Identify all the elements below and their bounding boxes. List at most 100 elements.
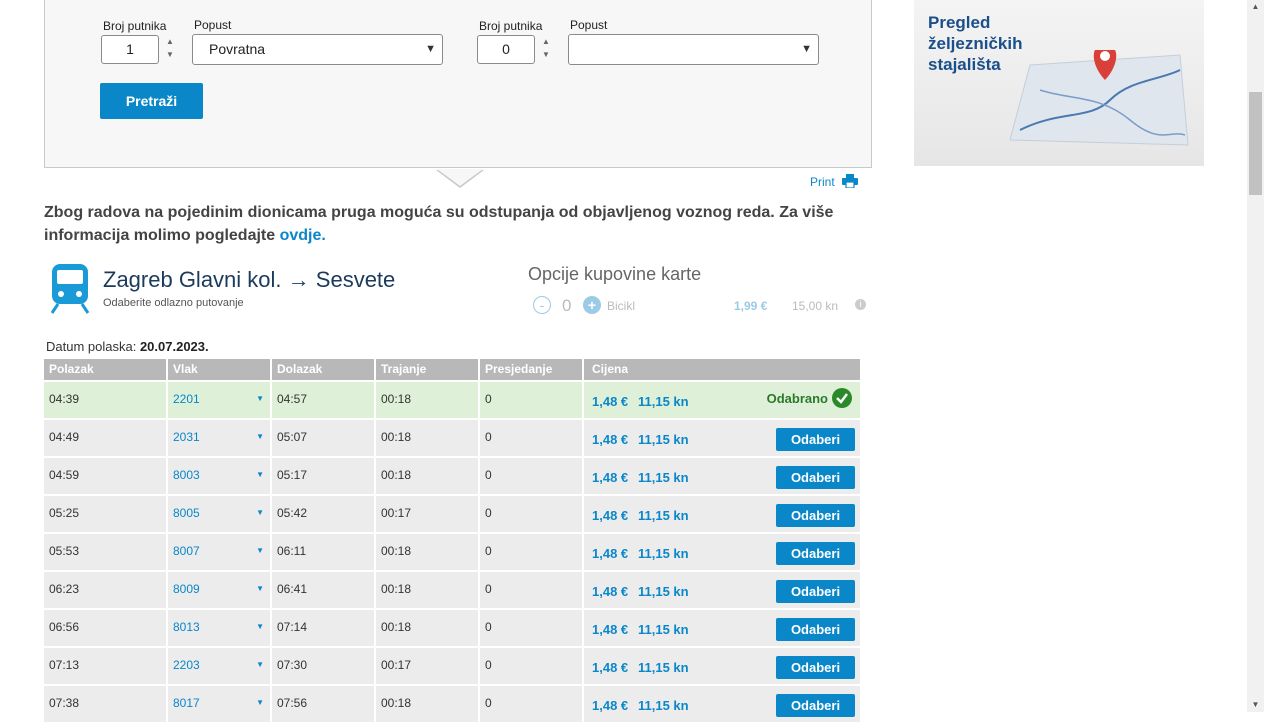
table-row[interactable]: 04:49 2031 ▼ 05:07 00:18 0 1,48 € 11,15 kn Odabe… [44,420,860,456]
route-subtitle: Odaberite odlazno putovanje [103,297,244,309]
print-link[interactable]: Print [810,175,835,189]
scroll-up-arrow-icon[interactable]: ▲ [1248,2,1263,11]
train-number-link[interactable]: 8009 [173,582,200,596]
transfers: 0 [480,610,584,646]
table-row[interactable]: 05:25 8005 ▼ 05:42 00:17 0 1,48 € 11,15 kn Odabe… [44,496,860,532]
dropdown-arrow-icon[interactable]: ▼ [256,698,264,707]
route-title: Zagreb Glavni kol. → Sesvete [103,267,395,293]
table-row[interactable]: 04:59 8003 ▼ 05:17 00:18 0 1,48 € 11,15 kn Odabe… [44,458,860,494]
discount-select-value: Povratna [209,41,266,57]
stations-ad-banner[interactable]: Pregled željezničkih stajališta [914,0,1204,166]
transfers: 0 [480,648,584,684]
price-eur: 1,48 € [592,470,629,485]
select-button[interactable]: Odaberi [776,580,855,603]
passengers-input-2[interactable]: 0 [477,35,535,64]
price-eur: 1,48 € [592,622,629,637]
search-button[interactable]: Pretraži [100,83,203,119]
train-cell[interactable]: 8009 ▼ [168,572,272,608]
select-button[interactable]: Odaberi [776,694,855,717]
train-number-link[interactable]: 8013 [173,620,200,634]
train-cell[interactable]: 2201 ▼ [168,382,272,418]
dropdown-arrow-icon[interactable]: ▼ [256,394,264,403]
date-value: 20.07.2023. [139,339,209,354]
train-icon [50,264,90,314]
transfers: 0 [480,458,584,494]
select-button[interactable]: Odaberi [776,656,855,679]
departure-time: 05:53 [44,534,168,570]
date-label: Datum polaska: [46,339,137,354]
selected-indicator: Odabrano [767,388,852,408]
select-button[interactable]: Odaberi [776,428,855,451]
select-button[interactable]: Odaberi [776,504,855,527]
passengers-input[interactable]: 1 [101,35,159,64]
discount-select[interactable]: Povratna ▼ [192,34,443,65]
price-cell: 1,48 € 11,15 kn Odabrano [584,382,860,418]
train-number-link[interactable]: 8017 [173,696,200,710]
train-number-link[interactable]: 8007 [173,544,200,558]
passengers-spinner-2[interactable]: ▲ ▼ [540,35,552,65]
price-kn: 11,15 kn [638,546,689,561]
train-cell[interactable]: 8005 ▼ [168,496,272,532]
select-button[interactable]: Odaberi [776,542,855,565]
train-cell[interactable]: 8017 ▼ [168,686,272,722]
dropdown-arrow-icon[interactable]: ▼ [256,660,264,669]
transfers: 0 [480,686,584,722]
chevron-down-icon: ▼ [801,43,812,55]
train-number-link[interactable]: 8005 [173,506,200,520]
info-icon[interactable]: i [855,299,866,310]
price-kn: 11,15 kn [638,660,689,675]
select-button[interactable]: Odaberi [776,466,855,489]
table-row[interactable]: 07:13 2203 ▼ 07:30 00:17 0 1,48 € 11,15 kn Odabe… [44,648,860,684]
chevron-down-icon: ▼ [425,43,436,55]
scroll-down-arrow-icon[interactable]: ▼ [1248,700,1263,709]
col-duration: Trajanje [376,359,480,380]
col-arrival: Dolazak [272,359,376,380]
scrollbar-thumb[interactable] [1249,92,1262,195]
panel-arrow [436,169,484,188]
table-row[interactable]: 04:39 2201 ▼ 04:57 00:18 0 1,48 € 11,15 kn Odabr… [44,382,860,418]
price-kn: 11,15 kn [638,508,689,523]
col-price: Cijena [584,359,860,380]
dropdown-arrow-icon[interactable]: ▼ [256,622,264,631]
plus-button[interactable]: + [583,296,601,314]
train-number-link[interactable]: 2201 [173,392,200,406]
table-row[interactable]: 07:38 8017 ▼ 07:56 00:18 0 1,48 € 11,15 kn Odabe… [44,686,860,722]
price-cell: 1,48 € 11,15 kn Odaberi [584,420,860,456]
dropdown-arrow-icon[interactable]: ▼ [256,508,264,517]
dropdown-arrow-icon[interactable]: ▼ [256,432,264,441]
printer-icon[interactable] [842,174,858,188]
train-cell[interactable]: 2203 ▼ [168,648,272,684]
train-cell[interactable]: 8007 ▼ [168,534,272,570]
train-cell[interactable]: 8003 ▼ [168,458,272,494]
train-cell[interactable]: 2031 ▼ [168,420,272,456]
col-departure: Polazak [44,359,168,380]
price-kn: 11,15 kn [638,470,689,485]
duration: 00:18 [376,572,480,608]
departure-time: 05:25 [44,496,168,532]
discount-select-2[interactable]: ▼ [568,34,819,65]
price-eur: 1,48 € [592,660,629,675]
train-number-link[interactable]: 2203 [173,658,200,672]
notice-link[interactable]: ovdje. [280,227,326,244]
dropdown-arrow-icon[interactable]: ▼ [256,470,264,479]
check-icon [832,388,852,408]
select-button[interactable]: Odaberi [776,618,855,641]
departure-time: 07:38 [44,686,168,722]
price-eur: 1,48 € [592,546,629,561]
duration: 00:18 [376,534,480,570]
table-row[interactable]: 05:53 8007 ▼ 06:11 00:18 0 1,48 € 11,15 kn Odabe… [44,534,860,570]
table-row[interactable]: 06:23 8009 ▼ 06:41 00:18 0 1,48 € 11,15 kn Odabe… [44,572,860,608]
table-header: Polazak Vlak Dolazak Trajanje Presjedanj… [44,359,860,380]
train-number-link[interactable]: 2031 [173,430,200,444]
train-cell[interactable]: 8013 ▼ [168,610,272,646]
dropdown-arrow-icon[interactable]: ▼ [256,584,264,593]
train-number-link[interactable]: 8003 [173,468,200,482]
dropdown-arrow-icon[interactable]: ▼ [256,546,264,555]
price-eur: 1,48 € [592,584,629,599]
minus-button[interactable]: - [533,296,551,314]
arrival-time: 06:11 [272,534,376,570]
passengers-spinner[interactable]: ▲ ▼ [164,35,176,65]
map-icon [1010,50,1189,146]
table-row[interactable]: 06:56 8013 ▼ 07:14 00:18 0 1,48 € 11,15 kn Odabe… [44,610,860,646]
route-arrow: → [287,267,310,292]
